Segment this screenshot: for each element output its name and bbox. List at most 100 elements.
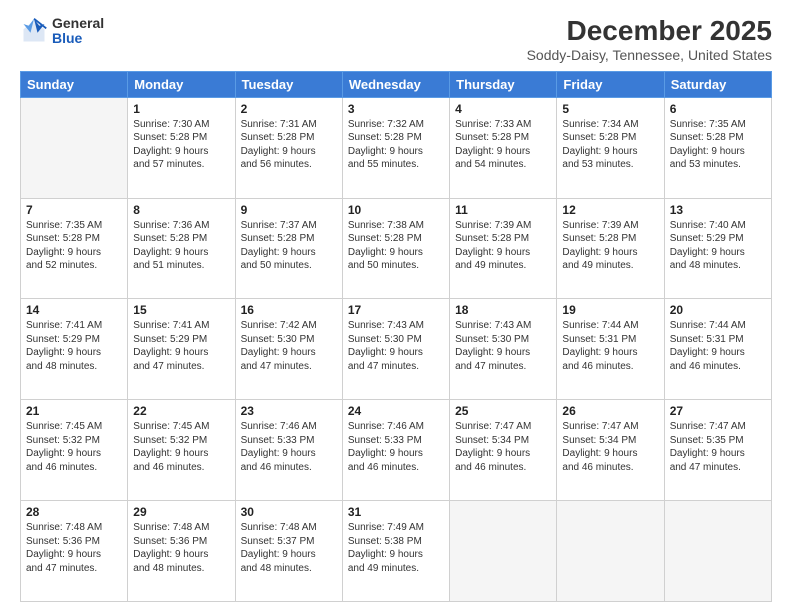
day-info: Sunrise: 7:38 AM Sunset: 5:28 PM Dayligh… bbox=[348, 219, 444, 273]
cell-4-1: 29 Sunrise: 7:48 AM Sunset: 5:36 PM Dayli… bbox=[128, 501, 235, 602]
cell-2-6: 20Sunrise: 7:44 AM Sunset: 5:31 PM Dayli… bbox=[664, 299, 771, 400]
cell-3-0: 21Sunrise: 7:45 AM Sunset: 5:32 PM Dayli… bbox=[21, 400, 128, 501]
day-info: Sunrise: 7:48 AM Sunset: 5:36 PM Dayligh… bbox=[26, 521, 122, 575]
day-info: Sunrise: 7:49 AM Sunset: 5:38 PM Dayligh… bbox=[348, 521, 444, 575]
day-number: 13 bbox=[670, 203, 766, 217]
cell-4-4 bbox=[450, 501, 557, 602]
cell-2-1: 15 Sunrise: 7:41 AM Sunset: 5:29 PM Dayli… bbox=[128, 299, 235, 400]
week-row-4: 21 Sunrise: 7:45 AM Sunset: 5:32 PM Dayli… bbox=[21, 400, 772, 501]
day-number: 26 bbox=[562, 404, 658, 418]
cell-4-2: 30 Sunrise: 7:48 AM Sunset: 5:37 PM Dayli… bbox=[235, 501, 342, 602]
day-number: 17 bbox=[348, 303, 444, 317]
day-number: 3 bbox=[348, 102, 444, 116]
day-info: Sunrise: 7:32 AM Sunset: 5:28 PM Dayligh… bbox=[348, 118, 444, 172]
logo-text: General Blue bbox=[52, 16, 104, 47]
day-number: 11 bbox=[455, 203, 551, 217]
cell-2-0: 14Sunrise: 7:41 AM Sunset: 5:29 PM Dayli… bbox=[21, 299, 128, 400]
day-number: 25 bbox=[455, 404, 551, 418]
day-info: Sunrise: 7:47 AM Sunset: 5:34 PM Dayligh… bbox=[455, 420, 551, 474]
day-number: 16 bbox=[241, 303, 337, 317]
page: General Blue December 2025 Soddy-Daisy, … bbox=[0, 0, 792, 612]
day-number: 30 bbox=[241, 505, 337, 519]
week-row-1: 1Sunrise: 7:30 AM Sunset: 5:28 PM Daylig… bbox=[21, 97, 772, 198]
col-header-thursday: Thursday bbox=[450, 71, 557, 97]
day-info: Sunrise: 7:36 AM Sunset: 5:28 PM Dayligh… bbox=[133, 219, 229, 273]
day-info: Sunrise: 7:40 AM Sunset: 5:29 PM Dayligh… bbox=[670, 219, 766, 273]
cell-2-5: 19Sunrise: 7:44 AM Sunset: 5:31 PM Dayli… bbox=[557, 299, 664, 400]
logo-line2: Blue bbox=[52, 31, 104, 46]
day-info: Sunrise: 7:48 AM Sunset: 5:36 PM Dayligh… bbox=[133, 521, 229, 575]
cell-3-4: 25 Sunrise: 7:47 AM Sunset: 5:34 PM Dayli… bbox=[450, 400, 557, 501]
cell-0-0 bbox=[21, 97, 128, 198]
day-number: 24 bbox=[348, 404, 444, 418]
day-number: 21 bbox=[26, 404, 122, 418]
day-info: Sunrise: 7:34 AM Sunset: 5:28 PM Dayligh… bbox=[562, 118, 658, 172]
cell-1-3: 10Sunrise: 7:38 AM Sunset: 5:28 PM Dayli… bbox=[342, 198, 449, 299]
day-info: Sunrise: 7:35 AM Sunset: 5:28 PM Dayligh… bbox=[670, 118, 766, 172]
col-header-friday: Friday bbox=[557, 71, 664, 97]
col-header-tuesday: Tuesday bbox=[235, 71, 342, 97]
cell-1-5: 12Sunrise: 7:39 AM Sunset: 5:28 PM Dayli… bbox=[557, 198, 664, 299]
week-row-5: 28 Sunrise: 7:48 AM Sunset: 5:36 PM Dayli… bbox=[21, 501, 772, 602]
day-number: 29 bbox=[133, 505, 229, 519]
week-row-2: 7 Sunrise: 7:35 AM Sunset: 5:28 PM Daylig… bbox=[21, 198, 772, 299]
cell-3-3: 24 Sunrise: 7:46 AM Sunset: 5:33 PM Dayli… bbox=[342, 400, 449, 501]
cell-4-6 bbox=[664, 501, 771, 602]
cell-0-4: 4 Sunrise: 7:33 AM Sunset: 5:28 PM Daylig… bbox=[450, 97, 557, 198]
cell-2-3: 17Sunrise: 7:43 AM Sunset: 5:30 PM Dayli… bbox=[342, 299, 449, 400]
day-info: Sunrise: 7:31 AM Sunset: 5:28 PM Dayligh… bbox=[241, 118, 337, 172]
calendar-table: SundayMondayTuesdayWednesdayThursdayFrid… bbox=[20, 71, 772, 602]
main-title: December 2025 bbox=[527, 16, 772, 47]
cell-2-2: 16 Sunrise: 7:42 AM Sunset: 5:30 PM Dayli… bbox=[235, 299, 342, 400]
cell-0-1: 1Sunrise: 7:30 AM Sunset: 5:28 PM Daylig… bbox=[128, 97, 235, 198]
cell-3-2: 23 Sunrise: 7:46 AM Sunset: 5:33 PM Dayli… bbox=[235, 400, 342, 501]
cell-0-2: 2 Sunrise: 7:31 AM Sunset: 5:28 PM Daylig… bbox=[235, 97, 342, 198]
header: General Blue December 2025 Soddy-Daisy, … bbox=[20, 16, 772, 63]
day-number: 2 bbox=[241, 102, 337, 116]
cell-0-6: 6 Sunrise: 7:35 AM Sunset: 5:28 PM Daylig… bbox=[664, 97, 771, 198]
day-number: 6 bbox=[670, 102, 766, 116]
day-number: 23 bbox=[241, 404, 337, 418]
col-header-saturday: Saturday bbox=[664, 71, 771, 97]
cell-3-5: 26Sunrise: 7:47 AM Sunset: 5:34 PM Dayli… bbox=[557, 400, 664, 501]
day-info: Sunrise: 7:35 AM Sunset: 5:28 PM Dayligh… bbox=[26, 219, 122, 273]
day-number: 15 bbox=[133, 303, 229, 317]
cell-0-3: 3 Sunrise: 7:32 AM Sunset: 5:28 PM Daylig… bbox=[342, 97, 449, 198]
day-info: Sunrise: 7:42 AM Sunset: 5:30 PM Dayligh… bbox=[241, 319, 337, 373]
day-info: Sunrise: 7:44 AM Sunset: 5:31 PM Dayligh… bbox=[670, 319, 766, 373]
day-info: Sunrise: 7:46 AM Sunset: 5:33 PM Dayligh… bbox=[241, 420, 337, 474]
day-info: Sunrise: 7:46 AM Sunset: 5:33 PM Dayligh… bbox=[348, 420, 444, 474]
subtitle: Soddy-Daisy, Tennessee, United States bbox=[527, 47, 772, 63]
day-number: 4 bbox=[455, 102, 551, 116]
day-info: Sunrise: 7:45 AM Sunset: 5:32 PM Dayligh… bbox=[133, 420, 229, 474]
cell-1-6: 13 Sunrise: 7:40 AM Sunset: 5:29 PM Dayli… bbox=[664, 198, 771, 299]
cell-3-6: 27 Sunrise: 7:47 AM Sunset: 5:35 PM Dayli… bbox=[664, 400, 771, 501]
cell-1-2: 9Sunrise: 7:37 AM Sunset: 5:28 PM Daylig… bbox=[235, 198, 342, 299]
day-number: 1 bbox=[133, 102, 229, 116]
day-number: 27 bbox=[670, 404, 766, 418]
day-number: 28 bbox=[26, 505, 122, 519]
day-info: Sunrise: 7:44 AM Sunset: 5:31 PM Dayligh… bbox=[562, 319, 658, 373]
col-header-sunday: Sunday bbox=[21, 71, 128, 97]
day-info: Sunrise: 7:39 AM Sunset: 5:28 PM Dayligh… bbox=[455, 219, 551, 273]
day-number: 31 bbox=[348, 505, 444, 519]
cell-2-4: 18Sunrise: 7:43 AM Sunset: 5:30 PM Dayli… bbox=[450, 299, 557, 400]
day-info: Sunrise: 7:47 AM Sunset: 5:35 PM Dayligh… bbox=[670, 420, 766, 474]
col-header-monday: Monday bbox=[128, 71, 235, 97]
day-info: Sunrise: 7:39 AM Sunset: 5:28 PM Dayligh… bbox=[562, 219, 658, 273]
day-info: Sunrise: 7:33 AM Sunset: 5:28 PM Dayligh… bbox=[455, 118, 551, 172]
day-number: 22 bbox=[133, 404, 229, 418]
cell-4-0: 28 Sunrise: 7:48 AM Sunset: 5:36 PM Dayli… bbox=[21, 501, 128, 602]
cell-1-1: 8Sunrise: 7:36 AM Sunset: 5:28 PM Daylig… bbox=[128, 198, 235, 299]
day-info: Sunrise: 7:37 AM Sunset: 5:28 PM Dayligh… bbox=[241, 219, 337, 273]
cell-1-0: 7 Sunrise: 7:35 AM Sunset: 5:28 PM Daylig… bbox=[21, 198, 128, 299]
cell-1-4: 11 Sunrise: 7:39 AM Sunset: 5:28 PM Dayli… bbox=[450, 198, 557, 299]
cell-0-5: 5Sunrise: 7:34 AM Sunset: 5:28 PM Daylig… bbox=[557, 97, 664, 198]
logo: General Blue bbox=[20, 16, 104, 47]
day-info: Sunrise: 7:48 AM Sunset: 5:37 PM Dayligh… bbox=[241, 521, 337, 575]
header-row: SundayMondayTuesdayWednesdayThursdayFrid… bbox=[21, 71, 772, 97]
col-header-wednesday: Wednesday bbox=[342, 71, 449, 97]
day-number: 7 bbox=[26, 203, 122, 217]
day-info: Sunrise: 7:41 AM Sunset: 5:29 PM Dayligh… bbox=[133, 319, 229, 373]
week-row-3: 14Sunrise: 7:41 AM Sunset: 5:29 PM Dayli… bbox=[21, 299, 772, 400]
